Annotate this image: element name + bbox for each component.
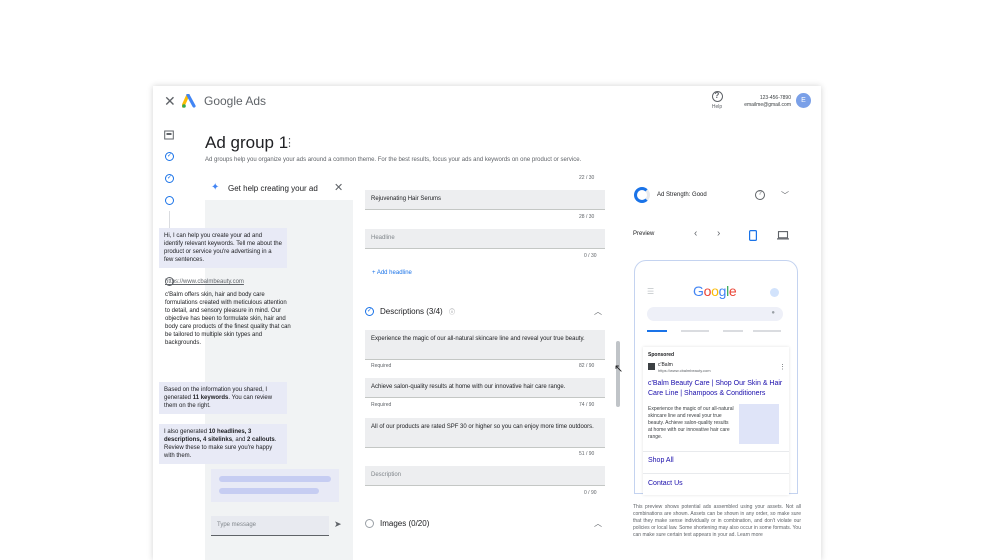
char-count: 22 / 30 — [579, 175, 595, 181]
search-tab — [753, 330, 781, 332]
headline-field[interactable]: Rejuvenating Hair Serums — [365, 190, 605, 210]
descriptions-section-title[interactable]: Descriptions (3/4) — [380, 307, 443, 316]
avatar — [770, 288, 779, 297]
reply-text: , and — [232, 437, 248, 443]
loading-bar — [219, 488, 319, 494]
google-logo: Google — [693, 283, 737, 299]
google-logo-letter: e — [728, 283, 737, 299]
char-count: 0 / 30 — [584, 253, 597, 259]
mouse-pointer-icon: ↖ — [614, 363, 624, 375]
char-count: 0 / 90 — [584, 490, 597, 496]
account-info[interactable]: 123-456-7890 emailme@gmail.com — [735, 95, 791, 109]
ad-strength-label: Ad Strength: Good — [657, 192, 707, 198]
assistant-message: Based on the information you shared, I g… — [159, 382, 287, 414]
add-headline-label: Add headline — [376, 270, 412, 276]
char-count: 74 / 90 — [579, 402, 595, 408]
previous-preview-icon[interactable]: ‹ — [694, 228, 697, 239]
description-field[interactable]: Achieve salon-quality results at home wi… — [365, 378, 605, 398]
reply-bold: 2 callouts — [247, 437, 275, 443]
page-subtitle: Ad groups help you organize your ads aro… — [205, 157, 582, 163]
sitelink: Contact Us — [648, 480, 683, 487]
help-icon[interactable]: ? — [755, 190, 765, 200]
mobile-preview-frame: ☰ Google ● Sponsored c'Balm https://www.… — [634, 260, 798, 495]
chevron-up-icon[interactable]: ︿ — [594, 306, 602, 317]
close-icon[interactable]: ✕ — [164, 93, 176, 110]
google-logo-letter: o — [711, 283, 719, 299]
search-box: ● — [647, 307, 783, 321]
chevron-down-icon[interactable]: ﹀ — [781, 190, 789, 201]
divider — [643, 473, 789, 474]
ads-window: ✕ Google Ads ? Help 123-456-7890 emailme… — [153, 86, 821, 560]
next-preview-icon[interactable]: › — [717, 228, 720, 239]
site-favicon-icon — [648, 363, 655, 370]
ad-headline: c'Balm Beauty Care | Shop Our Skin & Hai… — [648, 380, 783, 397]
assistant-message: Hi, I can help you create your ad and id… — [159, 228, 287, 268]
divider — [643, 451, 789, 452]
google-logo-letter: o — [703, 283, 712, 299]
char-count: 51 / 90 — [579, 451, 595, 457]
more-options-icon: ⋮ — [779, 364, 786, 371]
mobile-device-icon[interactable] — [749, 230, 757, 241]
account-email: emailme@gmail.com — [744, 102, 791, 108]
loading-bar — [219, 476, 331, 482]
google-logo-letter: g — [718, 283, 727, 299]
chat-header: ✦ Get help creating your ad ✕ — [205, 176, 353, 200]
ad-image-placeholder — [739, 404, 779, 444]
ad-strength-ring-icon — [634, 187, 650, 203]
search-tab — [723, 330, 743, 332]
description-field[interactable]: Description — [365, 466, 605, 486]
chat-message-input[interactable]: Type message — [211, 516, 329, 536]
website-link[interactable]: https://www.cbalmbeauty.com — [165, 279, 244, 285]
sitelink: Shop All — [648, 457, 674, 464]
required-label: Required — [371, 402, 392, 408]
step-current-circle-icon[interactable] — [165, 196, 174, 205]
reply-bold: 11 keywords — [192, 395, 229, 401]
help-button[interactable]: ? Help — [709, 91, 725, 110]
images-section-title[interactable]: Images (0/20) — [380, 519, 429, 528]
assistant-message: I also generated 10 headlines, 3 descrip… — [159, 424, 287, 464]
campaign-overview-icon[interactable] — [164, 130, 174, 140]
description-field[interactable]: Experience the magic of our all-natural … — [365, 330, 605, 360]
section-incomplete-circle-icon — [365, 519, 374, 528]
send-icon[interactable]: ➤ — [334, 519, 342, 530]
loading-message — [211, 469, 339, 502]
sponsored-label: Sponsored — [648, 352, 675, 358]
step-complete-check-icon[interactable]: ✓ — [165, 174, 174, 183]
site-url: https://www.cbalmbeauty.com — [658, 368, 711, 373]
step-complete-check-icon[interactable]: ✓ — [165, 152, 174, 161]
close-chat-icon[interactable]: ✕ — [334, 181, 343, 194]
help-label: Help — [711, 104, 723, 110]
microphone-icon: ● — [771, 310, 775, 316]
char-count: 82 / 90 — [579, 363, 595, 369]
preview-disclaimer: This preview shows potential ads assembl… — [633, 504, 801, 538]
preview-label: Preview — [633, 231, 655, 237]
add-headline-button[interactable]: + Add headline — [372, 270, 412, 276]
page-title: Ad group 1 — [205, 133, 289, 152]
sparkle-icon: ✦ — [211, 182, 220, 193]
more-options-icon[interactable]: ⋮ — [284, 136, 295, 149]
hamburger-menu-icon: ☰ — [647, 287, 655, 296]
required-label: Required — [371, 363, 392, 369]
account-phone: 123-456-7890 — [759, 95, 791, 101]
brand-name: Google Ads — [204, 94, 267, 108]
search-tab — [681, 330, 709, 332]
description-field[interactable]: All of our products are rated SPF 30 or … — [365, 418, 605, 448]
chat-title: Get help creating your ad — [228, 184, 318, 193]
google-ads-logo-icon — [182, 94, 196, 108]
desktop-device-icon[interactable] — [777, 231, 789, 240]
search-tab — [647, 330, 667, 332]
char-count: 28 / 30 — [579, 214, 595, 220]
headline-field[interactable]: Headline — [365, 229, 605, 249]
avatar[interactable]: E — [796, 93, 811, 108]
info-icon[interactable]: ⓘ — [449, 307, 455, 316]
top-bar: ✕ Google Ads ? Help 123-456-7890 emailme… — [153, 86, 821, 116]
reply-text: I also generated — [164, 429, 209, 435]
section-complete-check-icon: ✓ — [365, 307, 374, 316]
help-icon: ? — [711, 91, 723, 102]
google-logo-letter: G — [693, 283, 704, 299]
ad-preview-card: Sponsored c'Balm https://www.cbalmbeauty… — [643, 347, 789, 495]
user-message: c'Balm offers skin, hair and body care f… — [165, 292, 291, 346]
ad-description: Experience the magic of our all-natural … — [648, 406, 734, 440]
chevron-up-icon[interactable]: ︿ — [594, 518, 602, 529]
